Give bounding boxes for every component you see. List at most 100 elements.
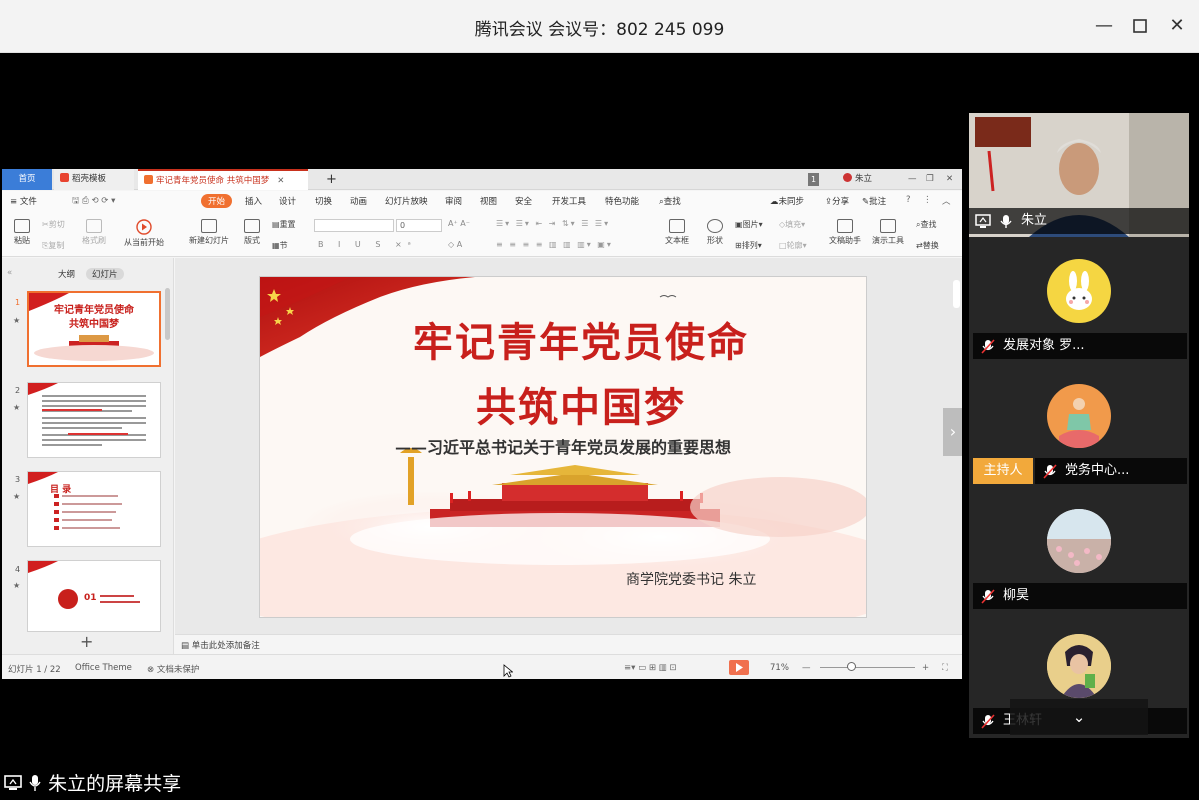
slideshow-play-icon[interactable] <box>729 660 749 675</box>
menu-file[interactable]: ≡ 文件 <box>10 195 37 207</box>
play-from-current-button[interactable]: 从当前开始 <box>120 219 168 248</box>
outline-button[interactable]: □轮廓▾ <box>779 240 807 251</box>
collapse-ribbon-icon[interactable]: ︿ <box>942 195 951 207</box>
participant-name: 朱立 <box>1021 213 1048 228</box>
wps-close-icon[interactable]: ✕ <box>940 169 959 190</box>
zoom-in-icon[interactable]: + <box>922 663 929 673</box>
protect-status[interactable]: ⊗ 文档未保护 <box>147 663 199 675</box>
section-button[interactable]: ▦节 <box>272 240 288 251</box>
slide-subtitle: ——习近平总书记关于青年党员发展的重要思想 <box>395 438 732 457</box>
arrange-button[interactable]: ⊞排列▾ <box>735 240 762 251</box>
tab-outline[interactable]: 大纲 <box>58 268 75 280</box>
screen-share-label: 朱立的屏幕共享 <box>4 769 181 796</box>
clear-format-icon[interactable]: ◇ A <box>448 240 462 249</box>
zoom-slider-handle[interactable] <box>847 662 856 671</box>
play-label: 从当前开始 <box>124 238 164 247</box>
format-painter-label: 格式刷 <box>82 236 106 245</box>
share-button[interactable]: ⇪分享 <box>825 195 849 207</box>
fit-window-icon[interactable]: ⛶ <box>942 663 948 673</box>
next-arrow-icon[interactable]: › <box>943 408 962 456</box>
paste-button[interactable]: 粘贴 <box>10 219 34 246</box>
participant-name-bar: 发展对象 罗... <box>973 333 1187 359</box>
slide-thumbnail-1[interactable]: 牢记青年党员使命 共筑中国梦 <box>27 291 161 367</box>
restore-icon[interactable]: ❐ <box>920 169 940 190</box>
present-tools-button[interactable]: 演示工具 <box>868 219 908 246</box>
slide-thumbnail-4[interactable]: 01 <box>27 560 161 632</box>
find-button[interactable]: ⌕查找 <box>916 219 936 230</box>
menu-start[interactable]: 开始 <box>201 194 233 208</box>
zoom-out-icon[interactable]: — <box>802 663 811 673</box>
tab-daoke-templates[interactable]: 稻壳模板 <box>54 169 134 190</box>
tab-home[interactable]: 首页 <box>2 169 52 190</box>
canvas-scrollbar[interactable] <box>953 280 960 308</box>
participant-tile[interactable]: 王林轩 ⌄ <box>969 613 1189 738</box>
tab-close-icon[interactable]: ✕ <box>277 176 284 186</box>
new-slide-button[interactable]: 新建幻灯片 <box>184 219 234 246</box>
participant-tile[interactable]: 朱立 <box>969 113 1189 237</box>
slide-thumbnail-3[interactable]: 目 录 <box>27 471 161 547</box>
font-grow-icon[interactable]: A⁺ A⁻ <box>448 219 470 228</box>
maximize-icon[interactable] <box>1127 13 1153 39</box>
menu-transition[interactable]: 切换 <box>315 195 332 207</box>
picture-button[interactable]: ▣图片▾ <box>735 219 763 230</box>
layout-button[interactable]: 版式 <box>240 219 264 246</box>
shape-button[interactable]: 形状 <box>702 219 728 246</box>
new-slide-icon <box>201 219 217 233</box>
menu-review[interactable]: 审阅 <box>445 195 462 207</box>
new-tab-button[interactable]: + <box>320 169 343 190</box>
shape-label: 形状 <box>707 236 723 245</box>
participant-tile[interactable]: 发展对象 罗... <box>969 238 1189 363</box>
menu-design[interactable]: 设计 <box>279 195 296 207</box>
cut-button[interactable]: ✂剪切 <box>42 219 65 230</box>
minimize-icon[interactable]: — <box>1091 13 1117 39</box>
account-user[interactable]: 朱立 <box>837 169 878 190</box>
copy-button[interactable]: ⎘复制 <box>42 240 64 251</box>
play-icon <box>136 219 152 235</box>
fill-button[interactable]: ◇填充▾ <box>779 219 805 230</box>
avatar <box>1047 509 1111 573</box>
panel-collapse-icon[interactable]: « <box>7 268 12 278</box>
more-icon[interactable]: ⋮ <box>923 195 932 205</box>
sync-status[interactable]: ☁未同步 <box>770 195 804 207</box>
view-mode-icons[interactable]: ≡▾ ▭ ⊞ ▥ ⊡ <box>624 663 677 673</box>
close-icon[interactable]: ✕ <box>1164 13 1190 39</box>
thumb-number: 3 <box>15 475 21 484</box>
current-slide[interactable]: 牢记青年党员使命 共筑中国梦 ——习近平总书记关于青年党员发展的重要思想 商学院… <box>259 276 867 618</box>
textbox-label: 文本框 <box>665 236 689 245</box>
menu-devtools[interactable]: 开发工具 <box>552 195 586 207</box>
notes-bar[interactable]: ▤ 单击此处添加备注 <box>175 634 962 654</box>
find-label: 查找 <box>920 220 937 229</box>
list-icons[interactable]: ☰▾ ☰▾ ⇤ ⇥ ⇅▾ ☰ ☰▾ <box>496 219 610 228</box>
comment-button[interactable]: ✎批注 <box>862 195 886 207</box>
font-style-icons[interactable]: B I U S ×ᵃ <box>318 240 417 249</box>
zoom-level[interactable]: 71% <box>770 663 789 673</box>
participant-tile[interactable]: 主持人 党务中心... <box>969 363 1189 488</box>
align-icons[interactable]: ≡ ≡ ≡ ≡ ▥ ▥ ▥▾ ▣▾ <box>496 240 613 249</box>
font-name-select[interactable] <box>314 219 394 232</box>
tab-slides[interactable]: 幻灯片 <box>86 268 124 280</box>
assistant-icon <box>837 219 853 233</box>
help-icon[interactable]: ? <box>906 195 911 205</box>
menu-animation[interactable]: 动画 <box>350 195 367 207</box>
menu-view[interactable]: 视图 <box>480 195 497 207</box>
replace-button[interactable]: ⇄替换 <box>916 240 939 251</box>
menu-slideshow[interactable]: 幻灯片放映 <box>385 195 428 207</box>
doc-assistant-button[interactable]: 文稿助手 <box>828 219 862 246</box>
tab-document[interactable]: 牢记青年党员使命 共筑中国梦 ✕ <box>138 169 308 190</box>
thumb-1-title1: 牢记青年党员使命 <box>54 305 134 316</box>
menu-features[interactable]: 特色功能 <box>605 195 639 207</box>
menu-security[interactable]: 安全 <box>515 195 532 207</box>
textbox-button[interactable]: 文本框 <box>662 219 692 246</box>
participant-tile[interactable]: 柳昊 <box>969 488 1189 613</box>
thumbnail-scrollbar[interactable] <box>165 288 170 340</box>
quick-access-icons[interactable]: 🖫 ⎙ ⟲ ⟳ ▾ <box>72 195 115 209</box>
font-size-select[interactable]: 0 <box>396 219 442 232</box>
menu-find[interactable]: ⌕查找 <box>659 195 681 207</box>
format-painter-button[interactable]: 格式刷 <box>80 219 108 246</box>
add-slide-button[interactable]: + <box>80 632 93 651</box>
zoom-slider[interactable] <box>820 667 915 668</box>
menu-insert[interactable]: 插入 <box>245 195 262 207</box>
slide-thumbnail-2[interactable] <box>27 382 161 458</box>
expand-list-chevron-icon[interactable]: ⌄ <box>1010 699 1148 735</box>
reset-button[interactable]: ▤重置 <box>272 219 296 230</box>
